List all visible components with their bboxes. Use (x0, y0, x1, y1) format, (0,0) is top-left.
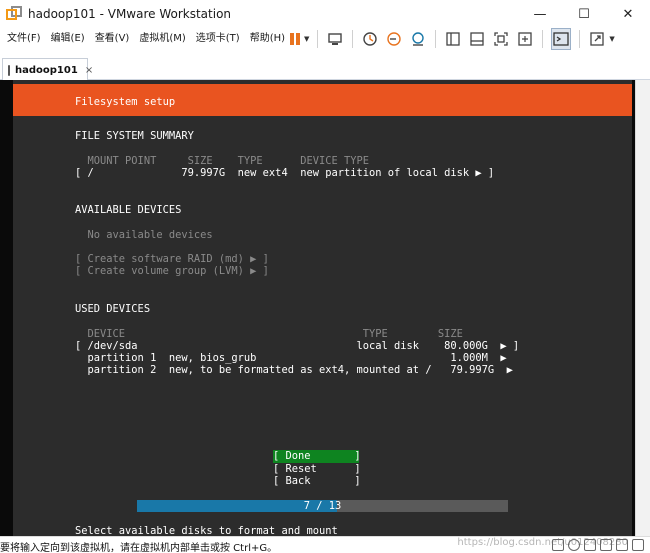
used-row-partition-1[interactable]: partition 1 new, bios_grub 1.000M ▶ (75, 352, 507, 364)
status-bar: 要将输入定向到该虚拟机，请在虚拟机内部单击或按 Ctrl+G。 https://… (0, 536, 650, 553)
pause-button[interactable]: ▼ (289, 28, 309, 50)
status-text: 要将输入定向到该虚拟机，请在虚拟机内部单击或按 Ctrl+G。 (0, 543, 278, 553)
network-icon[interactable] (584, 539, 596, 551)
vm-icon (8, 64, 10, 76)
window-title: hadoop101 - VMware Workstation (28, 7, 232, 21)
snapshot-button[interactable] (361, 28, 379, 50)
fs-table-header: MOUNT POINT SIZE TYPE DEVICE TYPE (75, 155, 370, 167)
vm-screen[interactable]: Filesystem setup FILE SYSTEM SUMMARY MOU… (0, 80, 650, 536)
full-screen-icon (518, 32, 533, 46)
menu-vm[interactable]: 虚拟机(M) (134, 28, 190, 50)
snapshot-icon (363, 32, 378, 46)
tab-label: hadoop101 (15, 64, 78, 76)
snapshot-manager-icon (412, 32, 425, 46)
fit-guest-icon (494, 32, 509, 46)
done-button[interactable]: [ Done ] (273, 450, 361, 463)
no-devices-text: No available devices (75, 229, 213, 241)
tab-hadoop101[interactable]: hadoop101 × (2, 58, 93, 81)
tab-strip: hadoop101 × (0, 56, 650, 81)
send-ctrl-alt-del-button[interactable] (326, 28, 344, 50)
snapshot-manager-button[interactable] (409, 28, 427, 50)
fit-guest-button[interactable] (492, 28, 510, 50)
used-table-header: DEVICE TYPE SIZE (75, 328, 463, 340)
library-icon (446, 32, 461, 46)
full-screen-button[interactable] (516, 28, 534, 50)
progress-bar: 7 / 13 (137, 500, 508, 512)
menu-edit[interactable]: 编辑(E) (46, 28, 90, 50)
page-title: Filesystem setup (75, 96, 176, 108)
cd-drive-icon[interactable] (568, 539, 580, 551)
vm-scrollbar[interactable] (635, 80, 650, 536)
pause-icon (289, 33, 301, 45)
menu-view[interactable]: 查看(V) (90, 28, 135, 50)
usb-icon[interactable] (600, 539, 612, 551)
vmware-logo-icon (6, 6, 22, 22)
library-button[interactable] (444, 28, 462, 50)
close-button[interactable]: ✕ (606, 0, 650, 28)
used-row-sda[interactable]: [ /dev/sda local disk 80.000G ▶ ] (75, 340, 519, 352)
menu-help[interactable]: 帮助(H) (245, 28, 290, 50)
terminal-icon (553, 32, 570, 46)
stretch-button[interactable]: ▼ (588, 28, 615, 50)
close-icon[interactable]: × (85, 65, 93, 76)
installer-header: Filesystem setup (13, 84, 632, 116)
create-lvm-button[interactable]: [ Create volume group (LVM) ▶ ] (75, 265, 269, 277)
console-view-button[interactable] (468, 28, 486, 50)
minimize-button[interactable]: — (518, 0, 562, 28)
progress-text: 7 / 13 (303, 500, 342, 512)
create-raid-button[interactable]: [ Create software RAID (md) ▶ ] (75, 253, 269, 265)
chevron-down-icon[interactable]: ▼ (609, 35, 614, 43)
revert-snapshot-icon (387, 32, 402, 46)
fs-row-root[interactable]: [ / 79.997G new ext4 new partition of lo… (75, 167, 494, 179)
display-icon[interactable] (632, 539, 644, 551)
revert-snapshot-button[interactable] (385, 28, 403, 50)
hint-text: Select available disks to format and mou… (75, 525, 338, 536)
hard-disk-icon[interactable] (552, 539, 564, 551)
maximize-button[interactable]: ☐ (562, 0, 606, 28)
menu-tabs[interactable]: 选项卡(T) (191, 28, 245, 50)
title-bar: hadoop101 - VMware Workstation — ☐ ✕ (0, 0, 650, 28)
available-devices-title: AVAILABLE DEVICES (75, 204, 182, 216)
send-ctrl-alt-del-icon (328, 33, 343, 45)
device-status-icons (552, 539, 644, 551)
back-button[interactable]: [ Back ] (273, 475, 361, 488)
fs-summary-title: FILE SYSTEM SUMMARY (75, 130, 194, 142)
chevron-down-icon[interactable]: ▼ (304, 35, 309, 43)
terminal-button[interactable] (551, 28, 572, 50)
stretch-icon (590, 32, 605, 46)
sound-icon[interactable] (616, 539, 628, 551)
used-devices-title: USED DEVICES (75, 303, 151, 315)
menu-file[interactable]: 文件(F) (0, 28, 46, 50)
console-view-icon (470, 32, 485, 46)
installer-screen: Filesystem setup FILE SYSTEM SUMMARY MOU… (13, 80, 632, 536)
used-row-partition-2[interactable]: partition 2 new, to be formatted as ext4… (75, 364, 513, 376)
toolbar: ▼ ▼ (286, 28, 618, 50)
window-controls: — ☐ ✕ (518, 0, 650, 28)
